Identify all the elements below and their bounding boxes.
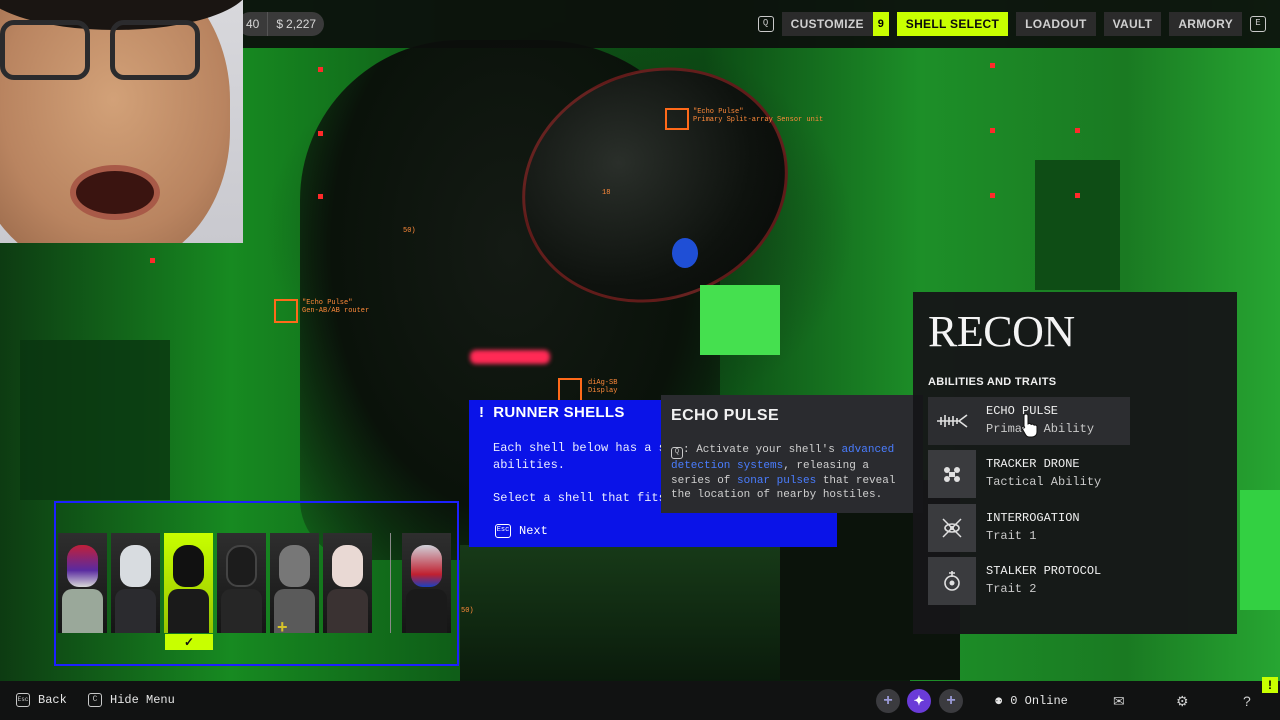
shell-name: RECON	[928, 307, 1075, 356]
red-visor-light	[470, 350, 550, 364]
party-add-right-button[interactable]: +	[939, 689, 963, 713]
shell-portrait-locked[interactable]	[402, 533, 451, 633]
ability-name: ECHO PULSE	[986, 404, 1059, 418]
ability-interrogation[interactable]: INTERROGATION Trait 1	[928, 504, 1130, 552]
credits-value: $2,227	[276, 17, 317, 31]
c-key-icon: C	[88, 693, 102, 707]
scan-marker	[558, 378, 582, 402]
next-label: Next	[519, 524, 548, 538]
red-dot	[990, 128, 995, 133]
hand-cursor-icon	[1021, 413, 1038, 438]
red-dot	[318, 194, 323, 199]
shell-portrait[interactable]	[58, 533, 107, 633]
red-dot	[150, 258, 155, 263]
red-dot	[990, 63, 995, 68]
bottom-bar: Esc Back C Hide Menu + ✦ + ⚉ 0 Online ✉ …	[0, 681, 1280, 720]
sonar-icon	[928, 397, 976, 445]
currency-display: 40 $2,227	[238, 12, 325, 36]
tooltip-description: Q: Activate your shell's advanced detect…	[671, 444, 896, 501]
streamer-mouth	[70, 165, 160, 220]
credits-icon: $	[276, 17, 284, 31]
scene-glitch-block	[1035, 160, 1120, 290]
online-friends-button[interactable]: ⚉ 0 Online	[995, 693, 1068, 709]
ability-stalker-protocol[interactable]: STALKER PROTOCOL Trait 2	[928, 557, 1130, 605]
eye-icon	[928, 504, 976, 552]
prev-tab-key-icon[interactable]: Q	[757, 16, 774, 32]
ability-type: Trait 2	[986, 582, 1037, 596]
target-icon	[928, 557, 976, 605]
shell-portrait[interactable]	[217, 533, 266, 633]
scene-glitch-block	[700, 285, 780, 355]
tutorial-body: Each shell below has a s abilities. Selec…	[493, 441, 666, 505]
help-icon[interactable]: ?	[1243, 693, 1251, 709]
tab-loadout[interactable]: LOADOUT	[1016, 12, 1096, 36]
glasses-lens	[110, 20, 200, 80]
main-tabs: Q CUSTOMIZE 9 SHELL SELECT LOADOUT VAULT…	[757, 12, 1266, 36]
annotation-number: 50)	[403, 227, 416, 235]
scene-shadow	[20, 340, 170, 500]
hide-menu-label: Hide Menu	[110, 693, 175, 707]
party-add-left-button[interactable]: +	[876, 689, 900, 713]
next-tab-key-icon[interactable]: E	[1250, 16, 1266, 32]
friends-icon: ⚉	[995, 694, 1003, 708]
red-dot	[1075, 193, 1080, 198]
red-dot	[318, 131, 323, 136]
back-label: Back	[38, 693, 67, 707]
scan-marker	[665, 108, 689, 130]
hide-menu-button[interactable]: C Hide Menu	[88, 693, 175, 707]
abilities-heading: ABILITIES AND TRAITS	[928, 376, 1057, 388]
mail-icon[interactable]: ✉	[1113, 693, 1125, 709]
annotation-number: 50)	[461, 607, 474, 615]
annotation-number: 18	[602, 189, 611, 197]
plus-icon: +	[277, 617, 288, 637]
shell-portrait[interactable]	[111, 533, 160, 633]
annotation-router: "Echo Pulse" Gen-AB/AB router	[302, 299, 370, 315]
ability-tracker-drone[interactable]: TRACKER DRONE Tactical Ability	[928, 450, 1130, 498]
streamer-webcam	[0, 0, 243, 243]
tooltip-title: ECHO PULSE	[671, 407, 780, 424]
shell-info-panel: RECON ABILITIES AND TRAITS ECHO PULSE Pr…	[913, 292, 1237, 634]
ability-name: STALKER PROTOCOL	[986, 564, 1102, 578]
ability-key-icon: Q	[671, 447, 683, 459]
red-dot	[318, 67, 323, 72]
customize-badge: 9	[872, 12, 889, 36]
online-count: 0 Online	[1010, 693, 1068, 708]
red-dot	[990, 193, 995, 198]
helmet-light	[672, 238, 698, 268]
ability-type: Tactical Ability	[986, 475, 1102, 489]
glasses-lens	[0, 20, 90, 80]
drone-icon	[928, 450, 976, 498]
ability-type: Primary Ability	[986, 422, 1095, 436]
scene-glitch-block	[1240, 490, 1280, 610]
tab-shell-select[interactable]: SHELL SELECT	[896, 12, 1009, 36]
selected-check-icon: ✓	[165, 634, 213, 650]
party-leader-avatar[interactable]: ✦	[907, 689, 931, 713]
shell-portrait[interactable]	[323, 533, 372, 633]
tab-vault[interactable]: VAULT	[1103, 12, 1162, 36]
tab-armory[interactable]: ARMORY	[1169, 12, 1242, 36]
gear-icon[interactable]: ⚙	[1176, 693, 1189, 709]
scan-marker	[274, 299, 298, 323]
esc-key-icon: Esc	[16, 693, 30, 707]
tutorial-next-button[interactable]: Esc Next	[495, 524, 548, 538]
esc-key-icon: Esc	[495, 524, 511, 538]
tutorial-title: ! RUNNER SHELLS	[469, 400, 669, 426]
annotation-echo: "Echo Pulse" Primary Split-array Sensor u…	[693, 108, 824, 124]
ability-tooltip: ECHO PULSE Q: Activate your shell's adva…	[661, 395, 923, 513]
annotation-diag: diAg-SB Display	[588, 379, 618, 395]
shell-portrait-selected[interactable]	[164, 533, 213, 633]
ability-name: TRACKER DRONE	[986, 457, 1080, 471]
portrait-divider	[390, 533, 391, 633]
back-button[interactable]: Esc Back	[16, 693, 67, 707]
shell-portrait-list	[58, 533, 451, 633]
notification-badge[interactable]: !	[1262, 677, 1278, 693]
ability-name: INTERROGATION	[986, 511, 1080, 525]
tab-customize[interactable]: CUSTOMIZE	[781, 12, 873, 36]
alert-icon: !	[479, 404, 494, 421]
ability-type: Trait 1	[986, 529, 1037, 543]
red-dot	[1075, 128, 1080, 133]
